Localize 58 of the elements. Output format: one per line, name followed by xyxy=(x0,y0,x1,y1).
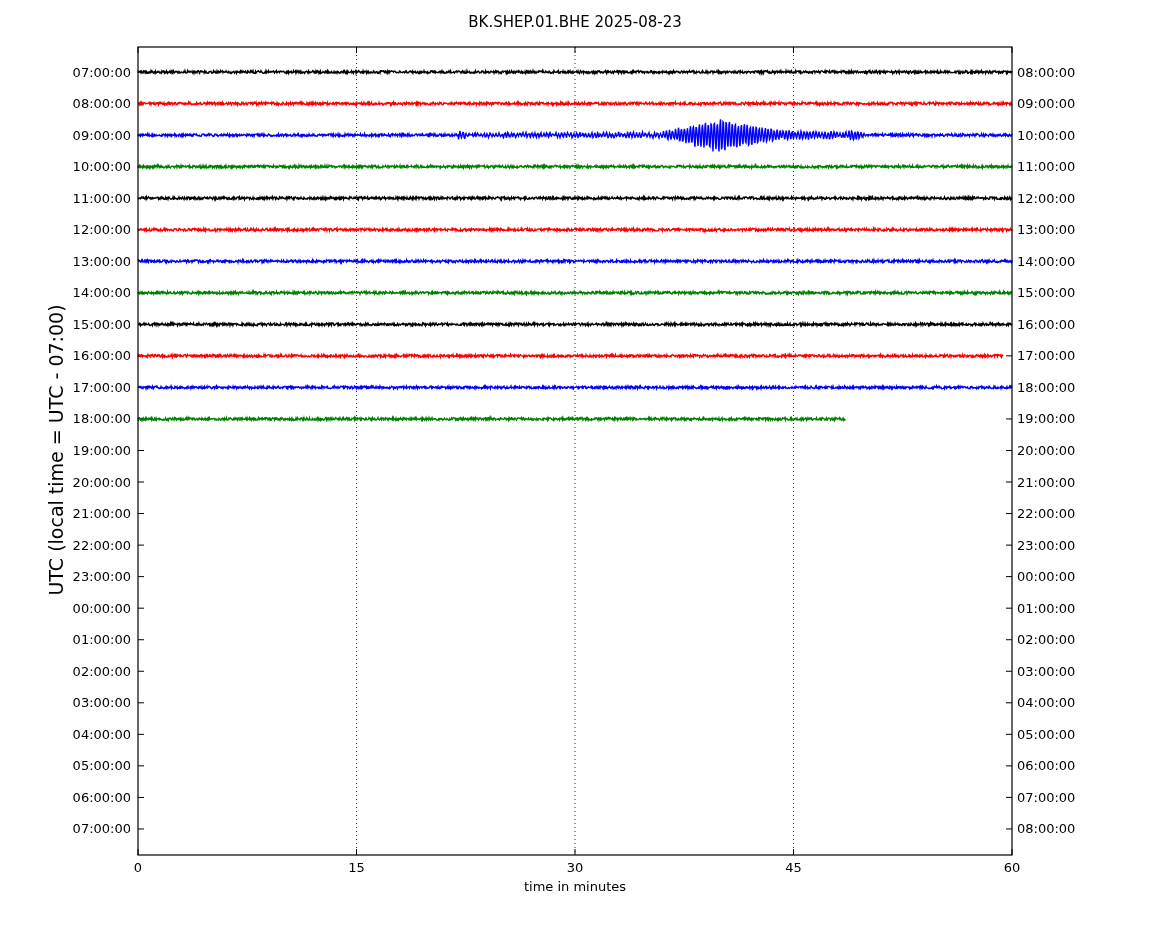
hour-label: 17:00:00 xyxy=(1017,348,1076,364)
hour-label: 04:00:00 xyxy=(1017,695,1076,711)
hour-label: 00:00:00 xyxy=(72,600,131,616)
hour-label: 17:00:00 xyxy=(72,379,131,395)
hour-label: 10:00:00 xyxy=(1017,127,1076,143)
hour-label: 19:00:00 xyxy=(1017,411,1076,427)
hour-label: 09:00:00 xyxy=(72,127,131,143)
hour-label: 11:00:00 xyxy=(72,190,131,206)
hour-label: 03:00:00 xyxy=(72,695,131,711)
hour-label: 18:00:00 xyxy=(72,411,131,427)
hour-label: 22:00:00 xyxy=(72,537,131,553)
hour-label: 05:00:00 xyxy=(1017,726,1076,742)
hour-label: 22:00:00 xyxy=(1017,506,1076,522)
x-tick-label: 15 xyxy=(348,860,365,875)
axis-title: UTC (local time = UTC - 07:00) xyxy=(45,304,67,596)
chart-title: BK.SHEP.01.BHE 2025-08-23 xyxy=(468,13,682,31)
hour-label: 16:00:00 xyxy=(72,348,131,364)
hour-label: 20:00:00 xyxy=(1017,443,1076,458)
hour-label: 16:00:00 xyxy=(1017,316,1076,332)
hour-label: 19:00:00 xyxy=(72,443,131,458)
hour-label: 21:00:00 xyxy=(1017,474,1076,490)
hour-label: 04:00:00 xyxy=(72,726,131,742)
hour-label: 18:00:00 xyxy=(1017,379,1076,395)
hour-label: 13:00:00 xyxy=(1017,222,1076,238)
hour-label: 02:00:00 xyxy=(1017,632,1076,648)
hour-label: 07:00:00 xyxy=(1017,789,1076,805)
hour-label: 14:00:00 xyxy=(1017,253,1076,269)
hour-label: 02:00:00 xyxy=(72,663,131,679)
hour-label: 15:00:00 xyxy=(72,316,131,332)
hour-label: 23:00:00 xyxy=(1017,537,1076,553)
hour-label: 12:00:00 xyxy=(72,222,131,238)
hour-label: 01:00:00 xyxy=(1017,600,1076,616)
hour-label: 23:00:00 xyxy=(72,569,131,585)
hour-label: 10:00:00 xyxy=(72,159,131,175)
hour-label: 08:00:00 xyxy=(1017,64,1076,80)
hour-label: 13:00:00 xyxy=(72,253,131,269)
axis-title: time in minutes xyxy=(523,879,627,894)
x-tick-label: 60 xyxy=(1003,860,1021,875)
hour-label: 00:00:00 xyxy=(1017,569,1076,585)
hour-label: 05:00:00 xyxy=(72,758,131,774)
hour-label: 01:00:00 xyxy=(72,632,131,648)
x-tick-label: 30 xyxy=(566,860,584,875)
hour-label: 06:00:00 xyxy=(1017,758,1076,774)
hour-label: 21:00:00 xyxy=(72,506,131,522)
hour-label: 20:00:00 xyxy=(72,474,131,490)
hour-label: 07:00:00 xyxy=(72,821,131,837)
hour-label: 12:00:00 xyxy=(1017,190,1076,206)
hour-label: 07:00:00 xyxy=(72,64,131,80)
hour-label: 03:00:00 xyxy=(1017,663,1076,679)
x-tick-label: 0 xyxy=(133,860,143,875)
hour-label: 06:00:00 xyxy=(72,789,131,805)
x-tick-label: 45 xyxy=(785,860,802,875)
hour-label: 14:00:00 xyxy=(72,285,131,301)
hour-label: 09:00:00 xyxy=(1017,96,1076,112)
hour-label: 08:00:00 xyxy=(72,96,131,112)
hour-label: 08:00:00 xyxy=(1017,821,1076,837)
hour-label: 15:00:00 xyxy=(1017,285,1076,301)
hour-label: 11:00:00 xyxy=(1017,159,1076,175)
